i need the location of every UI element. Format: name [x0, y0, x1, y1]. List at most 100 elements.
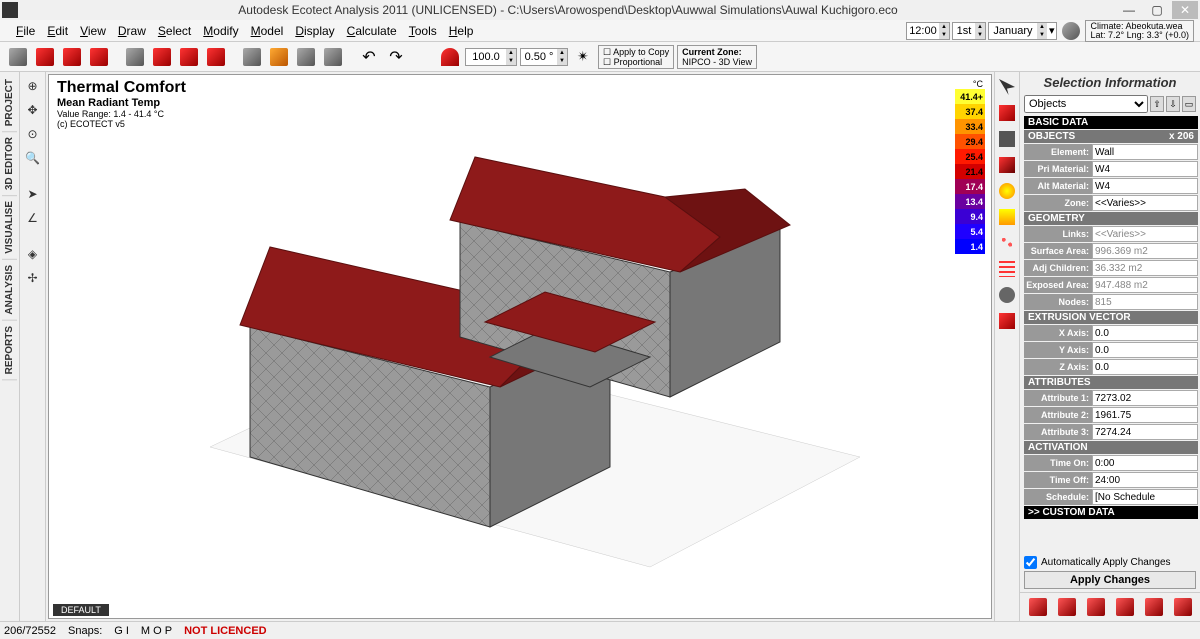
- tab-analysis[interactable]: ANALYSIS: [2, 260, 17, 321]
- menu-tools[interactable]: Tools: [403, 22, 443, 40]
- angle-field[interactable]: ▲▼: [520, 48, 568, 66]
- copy-options[interactable]: ☐ Apply to Copy ☐ Proportional: [598, 45, 674, 69]
- prop-zone[interactable]: <<Varies>>: [1092, 195, 1198, 211]
- tool-cube-icon[interactable]: ◈: [23, 244, 43, 264]
- axes-icon[interactable]: ✴: [571, 45, 595, 69]
- section-geometry: GEOMETRY: [1024, 212, 1198, 225]
- menu-model[interactable]: Model: [245, 22, 290, 40]
- section-custom-data[interactable]: >> CUSTOM DATA: [1024, 506, 1198, 519]
- prop-altmaterial[interactable]: W4: [1092, 178, 1198, 194]
- redo-icon[interactable]: ↷: [384, 45, 408, 69]
- shadow-icon[interactable]: [996, 154, 1018, 176]
- tool-dot-icon[interactable]: ⊙: [23, 124, 43, 144]
- undo-icon[interactable]: ↶: [357, 45, 381, 69]
- auto-apply-checkbox[interactable]: Automatically Apply Changes: [1024, 556, 1196, 569]
- menu-edit[interactable]: Edit: [41, 22, 74, 40]
- nav-up-button[interactable]: ⇧: [1150, 96, 1164, 112]
- prop-z-axis[interactable]: 0.0: [1092, 359, 1198, 375]
- tool-c-icon[interactable]: [204, 45, 228, 69]
- new-icon[interactable]: [6, 45, 30, 69]
- time-hour-field[interactable]: ▲▼: [906, 22, 950, 40]
- distance-field[interactable]: ▲▼: [465, 48, 517, 66]
- close-button[interactable]: ✕: [1172, 1, 1198, 19]
- prop-y-axis[interactable]: 0.0: [1092, 342, 1198, 358]
- prop-primaterial[interactable]: W4: [1092, 161, 1198, 177]
- open2-icon[interactable]: [60, 45, 84, 69]
- bottom-icon-row: [1020, 592, 1200, 621]
- prop-attr3[interactable]: 7274.24: [1092, 424, 1198, 440]
- globe-icon[interactable]: [1059, 19, 1083, 43]
- prop-time-off[interactable]: 24:00: [1092, 472, 1198, 488]
- particles-icon[interactable]: [996, 232, 1018, 254]
- prop-element[interactable]: Wall: [1092, 144, 1198, 160]
- prop-nodes: 815: [1092, 294, 1198, 310]
- status-gi[interactable]: G I: [114, 625, 129, 637]
- tool-e-icon[interactable]: [267, 45, 291, 69]
- bi-2-icon[interactable]: [1056, 596, 1078, 618]
- zone-icon[interactable]: [996, 128, 1018, 150]
- tool-cross-icon[interactable]: ✢: [23, 268, 43, 288]
- nav-down-button[interactable]: ⇩: [1166, 96, 1180, 112]
- viewport-tab-default[interactable]: DEFAULT: [53, 604, 109, 616]
- magnet-icon[interactable]: [438, 45, 462, 69]
- menu-draw[interactable]: Draw: [112, 22, 152, 40]
- bi-5-icon[interactable]: [1143, 596, 1165, 618]
- maximize-button[interactable]: ▢: [1144, 1, 1170, 19]
- time-month-field[interactable]: ▲▼▾: [988, 22, 1058, 40]
- grid-icon[interactable]: [996, 258, 1018, 280]
- status-mop[interactable]: M O P: [141, 625, 172, 637]
- tool-f-icon[interactable]: [294, 45, 318, 69]
- tab-project[interactable]: PROJECT: [2, 74, 17, 132]
- ray-icon[interactable]: [996, 206, 1018, 228]
- material-icon[interactable]: [996, 102, 1018, 124]
- open-icon[interactable]: [33, 45, 57, 69]
- tab-3d-editor[interactable]: 3D EDITOR: [2, 132, 17, 196]
- section-objects: OBJECTSx 206: [1024, 130, 1198, 143]
- menu-calculate[interactable]: Calculate: [341, 22, 403, 40]
- selection-type-dropdown[interactable]: Objects: [1024, 95, 1148, 113]
- tool-g-icon[interactable]: [321, 45, 345, 69]
- prop-attr1[interactable]: 7273.02: [1092, 390, 1198, 406]
- tool-layers-icon[interactable]: [123, 45, 147, 69]
- nav-focus-button[interactable]: ▭: [1182, 96, 1196, 112]
- prop-x-axis[interactable]: 0.0: [1092, 325, 1198, 341]
- menu-select[interactable]: Select: [152, 22, 197, 40]
- bi-1-icon[interactable]: [1027, 596, 1049, 618]
- prop-time-on[interactable]: 0:00: [1092, 455, 1198, 471]
- minimize-button[interactable]: —: [1116, 1, 1142, 19]
- left-vertical-tabs: PROJECT3D EDITORVISUALISEANALYSISREPORTS: [0, 72, 20, 621]
- bi-3-icon[interactable]: [1085, 596, 1107, 618]
- menu-display[interactable]: Display: [289, 22, 340, 40]
- panel-title: Selection Information: [1020, 72, 1200, 93]
- menu-file[interactable]: File: [10, 22, 41, 40]
- apply-changes-button[interactable]: Apply Changes: [1024, 571, 1196, 589]
- current-zone-box[interactable]: Current Zone: NIPCO - 3D View: [677, 45, 757, 69]
- section-attributes: ATTRIBUTES: [1024, 376, 1198, 389]
- sun-icon[interactable]: [996, 180, 1018, 202]
- prop-links[interactable]: <<Varies>>: [1092, 226, 1198, 242]
- tool-target-icon[interactable]: ⊕: [23, 76, 43, 96]
- cursor-icon[interactable]: [996, 76, 1018, 98]
- tool-arrow-icon[interactable]: ➤: [23, 184, 43, 204]
- viewport-3d[interactable]: Thermal Comfort Mean Radiant Temp Value …: [48, 74, 992, 619]
- tool-a-icon[interactable]: [150, 45, 174, 69]
- tool-d-icon[interactable]: [240, 45, 264, 69]
- prop-schedule[interactable]: [No Schedule: [1092, 489, 1198, 505]
- time-period-field[interactable]: ▲▼: [952, 22, 986, 40]
- menu-help[interactable]: Help: [443, 22, 480, 40]
- tab-reports[interactable]: REPORTS: [2, 321, 17, 380]
- export-icon[interactable]: [996, 310, 1018, 332]
- bi-4-icon[interactable]: [1114, 596, 1136, 618]
- tool-move-icon[interactable]: ✥: [23, 100, 43, 120]
- bi-6-icon[interactable]: [1172, 596, 1194, 618]
- prop-attr2[interactable]: 1961.75: [1092, 407, 1198, 423]
- gear-icon[interactable]: [996, 284, 1018, 306]
- tool-angle-icon[interactable]: ∠: [23, 208, 43, 228]
- tool-zoom-icon[interactable]: 🔍: [23, 148, 43, 168]
- menu-view[interactable]: View: [74, 22, 112, 40]
- save-icon[interactable]: [87, 45, 111, 69]
- tab-visualise[interactable]: VISUALISE: [2, 196, 17, 260]
- menu-modify[interactable]: Modify: [197, 22, 244, 40]
- tool-b-icon[interactable]: [177, 45, 201, 69]
- section-basic-data[interactable]: BASIC DATA: [1024, 116, 1198, 129]
